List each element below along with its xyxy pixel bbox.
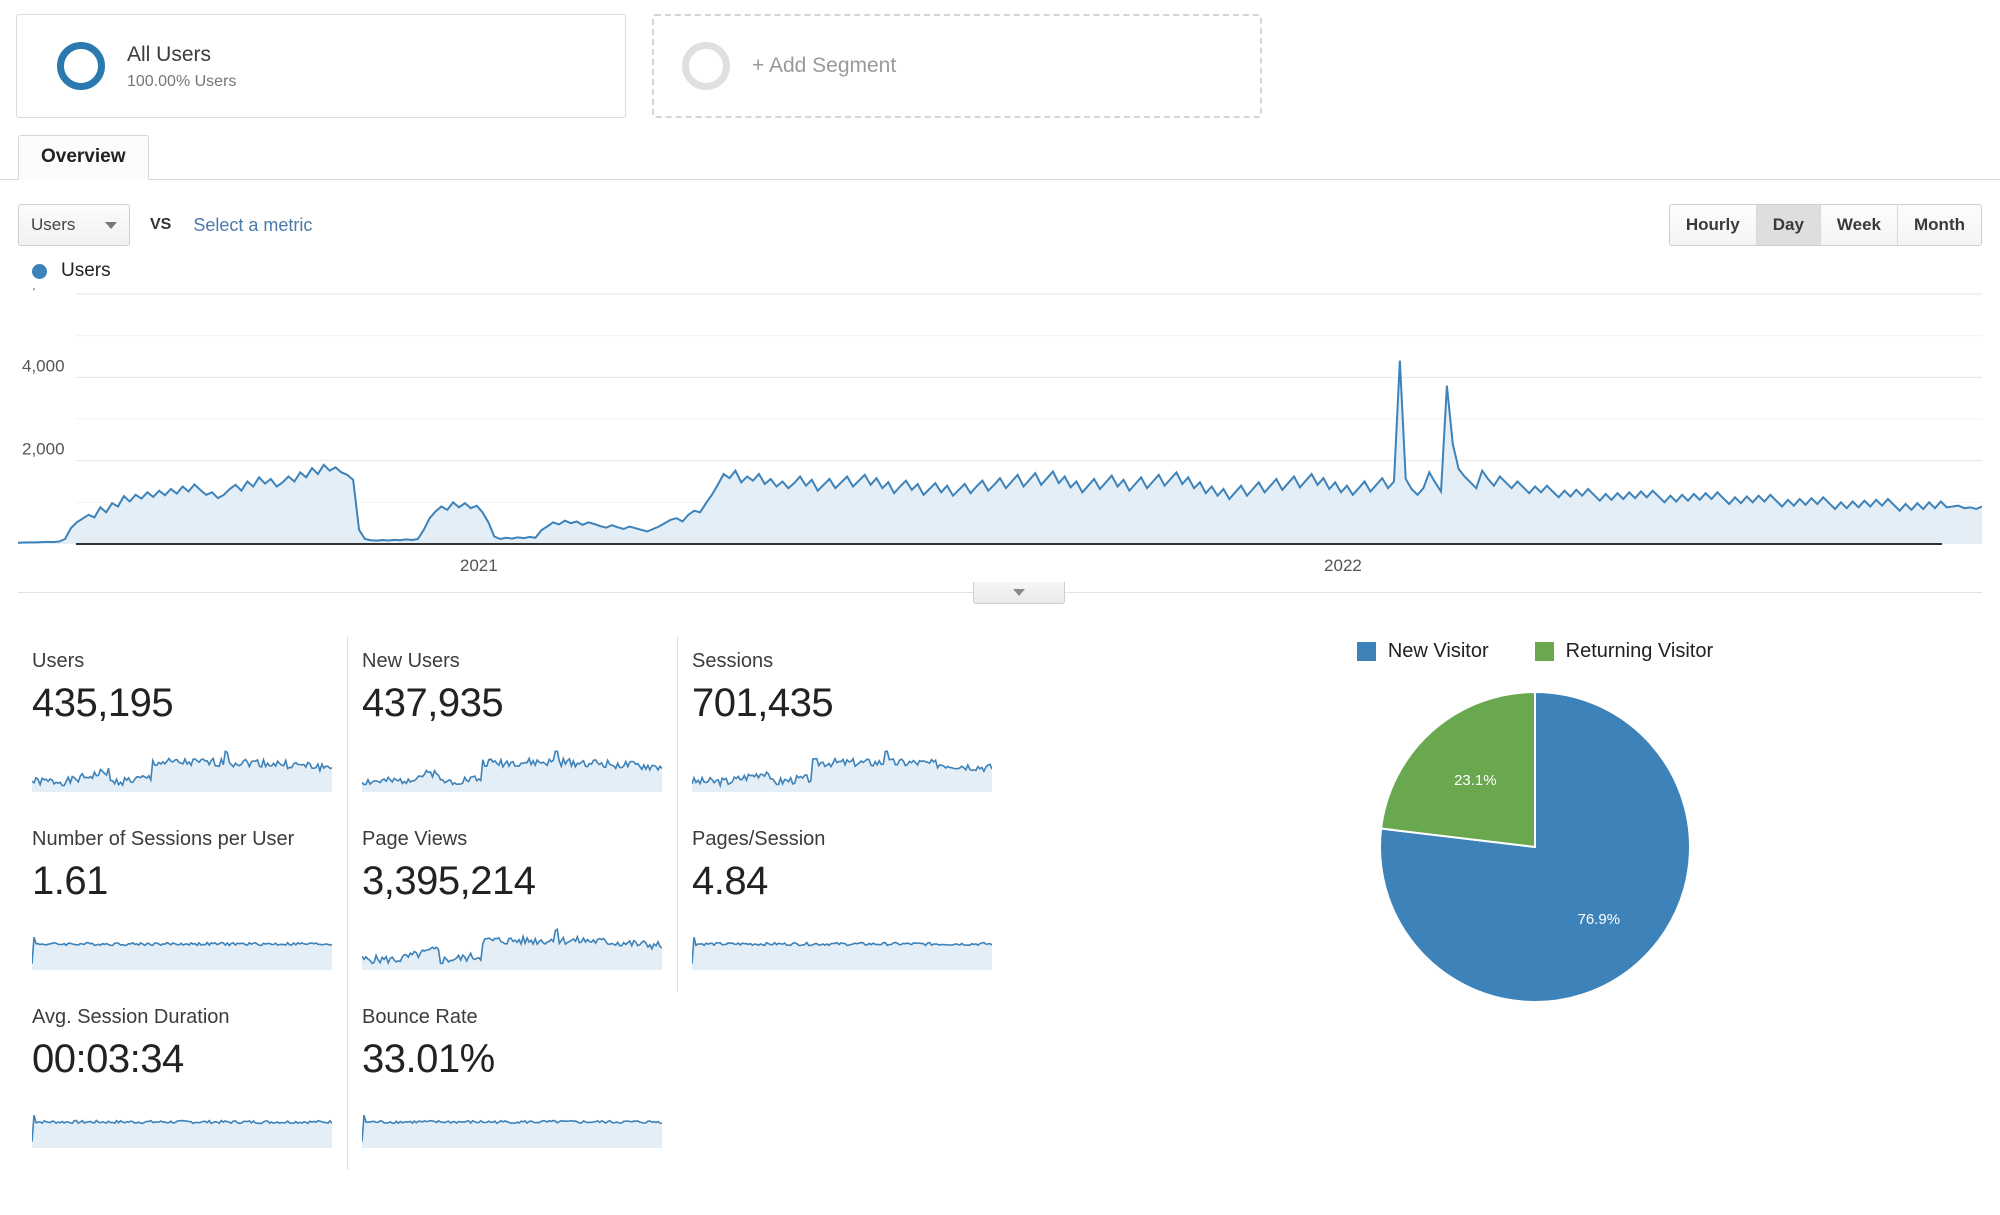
- visitor-type-pie-panel: New Visitor Returning Visitor 76.9% 23.1%: [1018, 636, 1982, 1170]
- segment-subtitle: 100.00% Users: [127, 72, 237, 90]
- segment-bar: All Users 100.00% Users + Add Segment: [0, 0, 2000, 118]
- metric-label: Page Views: [362, 828, 468, 850]
- granularity-hourly[interactable]: Hourly: [1669, 205, 1757, 245]
- color-swatch-icon: [1534, 642, 1554, 661]
- pie-legend-new-visitor[interactable]: New Visitor: [1356, 640, 1489, 663]
- sparkline: [32, 1114, 332, 1148]
- granularity-month[interactable]: Month: [1898, 205, 1981, 245]
- ring-icon: [57, 42, 105, 90]
- legend-label-users: Users: [61, 260, 111, 281]
- pie-legend: New Visitor Returning Visitor: [1088, 640, 1982, 663]
- add-segment-button[interactable]: + Add Segment: [652, 14, 1262, 118]
- metric-label: New Users: [362, 650, 460, 672]
- vs-label: VS: [150, 216, 172, 233]
- metric-value: 33.01%: [362, 1037, 495, 1081]
- metric-card-new-users[interactable]: New Users 437,935: [348, 636, 678, 814]
- metric-value: 435,195: [32, 681, 174, 725]
- metric-value: 437,935: [362, 681, 504, 725]
- metric-label: Bounce Rate: [362, 1006, 478, 1028]
- metric-label: Users: [32, 650, 85, 672]
- granularity-day[interactable]: Day: [1756, 205, 1821, 245]
- metric-card-empty: [678, 992, 1008, 1170]
- metric-label: Avg. Session Duration: [32, 1006, 230, 1028]
- x-tick-2022: 2022: [1324, 556, 1362, 575]
- chart-resize-bar: [18, 582, 1982, 614]
- legend-dot-users: [32, 263, 47, 279]
- metric-card-users[interactable]: Users 435,195: [18, 636, 348, 814]
- sparkline: [692, 937, 992, 970]
- svg-text:4,000: 4,000: [22, 356, 65, 375]
- metric-card-page-views[interactable]: Page Views 3,395,214: [348, 814, 678, 992]
- segment-text: All Users 100.00% Users: [127, 41, 236, 90]
- pie-legend-returning-visitor[interactable]: Returning Visitor: [1534, 640, 1714, 663]
- granularity-group: Hourly Day Week Month: [1668, 204, 1982, 246]
- metric-card-sessions[interactable]: Sessions 701,435: [678, 636, 1008, 814]
- metric-select[interactable]: Users: [18, 204, 130, 246]
- summary-panel: Users 435,195 New Users 437,935 Sessions…: [0, 614, 2000, 1170]
- chevron-down-icon: [105, 221, 117, 229]
- metrics-grid: Users 435,195 New Users 437,935 Sessions…: [18, 636, 1018, 1170]
- segment-title: All Users: [127, 43, 212, 67]
- metric-label: Number of Sessions per User: [32, 828, 295, 850]
- metric-value: 4.84: [692, 859, 768, 903]
- metric-label: Sessions: [692, 650, 774, 672]
- granularity-week[interactable]: Week: [1820, 205, 1899, 245]
- metric-select-value: Users: [31, 215, 76, 234]
- chart-legend: Users: [18, 250, 1982, 288]
- metric-value: 3,395,214: [362, 859, 536, 903]
- svg-text:76.9%: 76.9%: [1578, 911, 1621, 928]
- chevron-down-icon: [1013, 589, 1025, 596]
- metric-value: 00:03:34: [32, 1037, 184, 1081]
- svg-text:2,000: 2,000: [22, 440, 65, 459]
- add-segment-label: + Add Segment: [752, 54, 897, 77]
- select-a-metric-link[interactable]: Select a metric: [193, 215, 312, 236]
- analytics-overview-page: All Users 100.00% Users + Add Segment Ov…: [0, 0, 2000, 1215]
- timeseries-plot[interactable]: 2,000 4,000 6,000: [18, 288, 1982, 548]
- metric-row: Number of Sessions per User 1.61 Page Vi…: [18, 814, 1018, 992]
- ring-icon: [682, 42, 730, 90]
- metric-label: Pages/Session: [692, 828, 826, 850]
- sparkline: [362, 928, 662, 970]
- metric-card-pages-per-session[interactable]: Pages/Session 4.84: [678, 814, 1008, 992]
- chart-controls: Users VS Select a metric Hourly Day Week…: [0, 180, 2000, 250]
- sparkline: [362, 1114, 662, 1148]
- visitor-type-pie[interactable]: 76.9% 23.1%: [1375, 687, 1695, 1007]
- sparkline: [32, 750, 332, 792]
- svg-text:23.1%: 23.1%: [1454, 772, 1497, 789]
- metric-row: Users 435,195 New Users 437,935 Sessions…: [18, 636, 1018, 814]
- metric-row: Avg. Session Duration 00:03:34 Bounce Ra…: [18, 992, 1018, 1170]
- pie-legend-label: New Visitor: [1387, 640, 1489, 662]
- pie-holder: 76.9% 23.1%: [1088, 687, 1982, 1007]
- metric-card-sessions-per-user[interactable]: Number of Sessions per User 1.61: [18, 814, 348, 992]
- users-timeseries-chart: Users 2,000 4,000 6,000 2021 2022: [0, 250, 2000, 614]
- chart-resize-handle[interactable]: [973, 582, 1065, 604]
- metric-card-avg-session-duration[interactable]: Avg. Session Duration 00:03:34: [18, 992, 348, 1170]
- metric-card-bounce-rate[interactable]: Bounce Rate 33.01%: [348, 992, 678, 1170]
- x-tick-2021: 2021: [459, 556, 498, 575]
- tab-overview[interactable]: Overview: [18, 135, 149, 180]
- metric-value: 1.61: [32, 859, 108, 903]
- color-swatch-icon: [1356, 642, 1376, 661]
- segment-all-users[interactable]: All Users 100.00% Users: [16, 14, 626, 118]
- tab-strip: Overview: [0, 135, 2000, 180]
- sparkline: [362, 750, 662, 792]
- metric-value: 701,435: [692, 681, 834, 725]
- sparkline: [692, 750, 992, 792]
- svg-text:6,000: 6,000: [22, 288, 65, 292]
- sparkline: [32, 936, 332, 970]
- pie-legend-label: Returning Visitor: [1565, 640, 1714, 662]
